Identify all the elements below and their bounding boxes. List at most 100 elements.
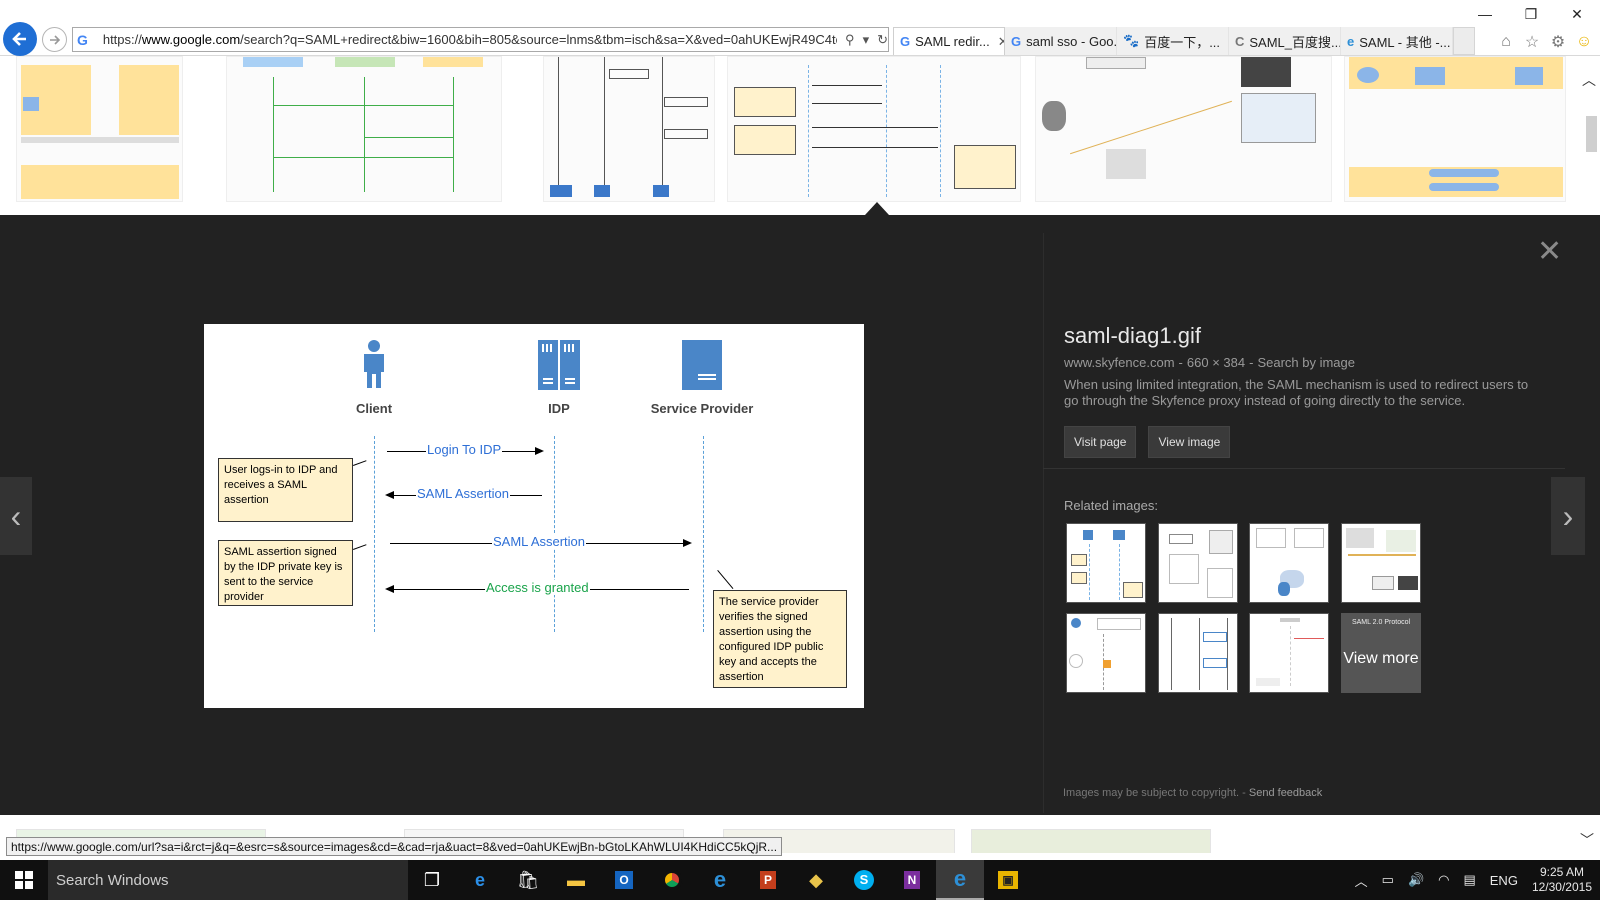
browser-chrome: G https://www.google.com/search?q=SAML+r… [0, 0, 1600, 56]
file-explorer-icon[interactable]: ▬ [552, 860, 600, 900]
visit-page-button[interactable]: Visit page [1064, 426, 1137, 458]
note3-connector [717, 570, 734, 590]
wifi-icon[interactable]: ◠ [1438, 872, 1449, 888]
source-site[interactable]: www.skyfence.com [1064, 355, 1175, 370]
folder-icon[interactable]: ◆ [792, 860, 840, 900]
result-thumbnail[interactable] [971, 829, 1211, 853]
powerpoint-icon[interactable]: P [744, 860, 792, 900]
panel-divider [1043, 233, 1044, 813]
result-thumbnail[interactable] [1035, 56, 1332, 202]
chevron-right-icon: › [1562, 497, 1574, 534]
skype-icon[interactable]: S [840, 860, 888, 900]
related-image[interactable] [1158, 523, 1238, 603]
task-view-icon[interactable]: ❐ [408, 860, 456, 900]
clock[interactable]: 9:25 AM 12/30/2015 [1532, 865, 1592, 895]
tab-label: saml sso - Goo... [1026, 33, 1117, 49]
saml-diagram-image[interactable]: Client IDP Service Provider Login To IDP… [204, 324, 864, 708]
view-image-button[interactable]: View image [1148, 426, 1231, 458]
google-favicon-icon: G [77, 31, 88, 48]
selected-result-caret [865, 202, 889, 215]
tab-saml-redirect[interactable]: G SAML redir... ✕ [893, 27, 1005, 55]
onenote-icon[interactable]: N [888, 860, 936, 900]
refresh-icon[interactable]: ↻ [877, 32, 888, 48]
tab-saml-sso[interactable]: G saml sso - Goo... [1005, 27, 1117, 55]
close-window-icon[interactable]: ✕ [1554, 0, 1600, 28]
related-image[interactable] [1341, 523, 1421, 603]
start-button[interactable] [0, 860, 48, 900]
view-more-label: View more [1343, 650, 1419, 667]
related-image[interactable] [1249, 613, 1329, 693]
clock-time: 9:25 AM [1539, 865, 1584, 879]
related-image[interactable] [1249, 523, 1329, 603]
address-bar[interactable]: G https://www.google.com/search?q=SAML+r… [72, 27, 889, 52]
login-label: Login To IDP [426, 442, 503, 457]
scroll-down-icon[interactable]: ﹀ [1580, 830, 1594, 850]
edge-browser-icon[interactable]: e [456, 860, 504, 900]
actor-label-idp: IDP [548, 401, 570, 416]
scrollbar-thumb[interactable] [1586, 116, 1597, 152]
result-thumbnail[interactable] [1344, 56, 1566, 202]
view-more-button[interactable]: SAML 2.0 Protocol View more [1341, 613, 1421, 693]
tab-label: 百度一下，... [1144, 34, 1221, 50]
service-provider-server-icon [682, 340, 722, 390]
section-divider [1043, 468, 1565, 469]
tab-saml-baidu-search[interactable]: C SAML_百度搜... [1229, 27, 1341, 55]
idp-server-icon [538, 340, 580, 390]
related-image[interactable] [1066, 613, 1146, 693]
related-image[interactable] [1066, 523, 1146, 603]
send-feedback-link[interactable]: Send feedback [1249, 787, 1322, 799]
restore-icon[interactable]: ❐ [1508, 0, 1554, 28]
view-more-caption: SAML 2.0 Protocol [1351, 619, 1411, 626]
forward-button[interactable] [42, 27, 67, 52]
search-icon[interactable]: ⚲ [845, 32, 855, 48]
taskbar-search-box[interactable]: Search Windows [48, 860, 408, 900]
dropdown-icon[interactable]: ▾ [863, 32, 870, 48]
feedback-smiley-icon[interactable]: ☺ [1574, 33, 1594, 51]
result-thumbnail[interactable] [16, 56, 183, 202]
favorites-star-icon[interactable]: ☆ [1522, 32, 1542, 52]
image-actions: Visit page View image [1064, 426, 1534, 458]
minimize-icon[interactable]: — [1462, 0, 1508, 28]
tab-bar: G SAML redir... ✕ G saml sso - Goo... 🐾 … [893, 27, 1475, 55]
access-granted-label: Access is granted [485, 580, 590, 595]
internet-explorer-active-icon[interactable]: e [936, 860, 984, 900]
result-thumbnail[interactable] [226, 56, 502, 202]
arrow-left-icon [12, 32, 26, 46]
tab-baidu[interactable]: 🐾 百度一下，... [1117, 27, 1229, 55]
store-icon[interactable]: 🛍 [504, 860, 552, 900]
chevron-left-icon: ‹ [10, 497, 22, 534]
outlook-icon[interactable]: O [600, 860, 648, 900]
image-title[interactable]: saml-diag1.gif [1064, 323, 1534, 349]
saml-assertion-return-label: SAML Assertion [416, 486, 511, 501]
result-thumbnail[interactable] [543, 56, 715, 202]
tab-label: SAML_百度搜... [1249, 34, 1341, 50]
new-tab-button[interactable] [1453, 27, 1475, 55]
tab-saml-other[interactable]: e SAML - 其他 -... [1341, 27, 1453, 55]
chrome-icon[interactable] [648, 860, 696, 900]
action-center-icon[interactable]: ▤ [1463, 872, 1475, 888]
client-lifeline [374, 436, 375, 632]
windows-logo-icon [15, 871, 33, 889]
app-shortcut-icon[interactable]: ▣ [984, 860, 1032, 900]
close-preview-icon[interactable]: ✕ [1537, 237, 1562, 267]
note-user-logs-in: User logs-in to IDP and receives a SAML … [218, 458, 353, 522]
internet-explorer-icon[interactable]: e [696, 860, 744, 900]
language-indicator[interactable]: ENG [1490, 873, 1518, 888]
client-person-icon [364, 340, 384, 388]
next-image-button[interactable]: › [1551, 477, 1585, 555]
settings-gear-icon[interactable]: ⚙ [1548, 32, 1568, 52]
tab-label: SAML redir... [915, 34, 990, 49]
close-tab-icon[interactable]: ✕ [998, 34, 1004, 50]
volume-icon[interactable]: 🔊 [1408, 872, 1424, 888]
result-thumbnail-selected[interactable] [727, 56, 1021, 202]
previous-image-button[interactable]: ‹ [0, 477, 32, 555]
scroll-up-icon[interactable]: ︿ [1582, 70, 1596, 90]
copyright-notice: Images may be subject to copyright. - Se… [1063, 787, 1323, 799]
search-by-image-link[interactable]: Search by image [1257, 355, 1355, 370]
home-icon[interactable]: ⌂ [1496, 33, 1516, 51]
back-button[interactable] [3, 22, 37, 56]
related-image[interactable] [1158, 613, 1238, 693]
show-hidden-icons-icon[interactable]: ︿ [1355, 871, 1368, 890]
address-url[interactable]: https://www.google.com/search?q=SAML+red… [103, 32, 837, 47]
battery-icon[interactable]: ▭ [1382, 872, 1394, 888]
